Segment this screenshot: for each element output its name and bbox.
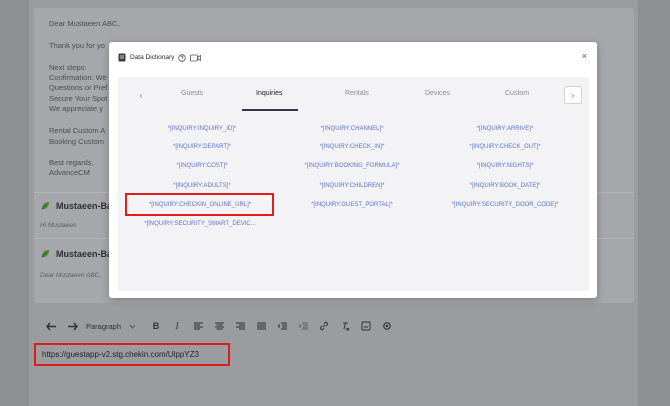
leaf-logo-icon	[41, 201, 50, 210]
reply-author-name: Mustaeen-Bas	[56, 200, 118, 211]
reply-preview: Dear Mustaeen ABC,	[40, 272, 102, 279]
tab-scroll-left-icon[interactable]: ‹	[134, 88, 148, 102]
token-cost[interactable]: *[INQUIRY:COST]*	[177, 163, 228, 169]
token-depart[interactable]: *[INQUIRY:DEPART]*	[173, 144, 231, 150]
reply-preview: Hi Mustaeen	[40, 222, 77, 229]
highlight-box	[125, 193, 274, 216]
email-line: Next steps:	[49, 63, 87, 72]
email-line: Thank you for yo	[49, 41, 105, 50]
token-channel[interactable]: *[INQUIRY:CHANNEL]*	[321, 126, 384, 132]
token-security-smart-device[interactable]: *[INQUIRY:SECURITY_SMART_DEVIC...	[144, 221, 255, 227]
token-booking-formula[interactable]: *[INQUIRY:BOOKING_FORMULA]*	[305, 163, 400, 169]
reply-author[interactable]: Mustaeen-Bas	[40, 200, 117, 211]
tab-devices[interactable]: Devices	[425, 90, 450, 97]
align-justify-icon[interactable]	[254, 319, 268, 333]
email-signoff: Best regards,	[49, 158, 94, 167]
clear-format-icon[interactable]	[338, 319, 352, 333]
token-inquiry-id[interactable]: *[INQUIRY:INQUIRY_ID]*	[168, 126, 236, 132]
token-adults[interactable]: *[INQUIRY:ADULTS]*	[173, 183, 230, 189]
video-icon[interactable]	[190, 54, 202, 62]
data-dictionary-modal: Data Dictionary × ‹ Guests Inquiries Ren…	[109, 42, 597, 298]
email-line: We appreciate y	[49, 104, 104, 113]
chevron-down-icon[interactable]	[125, 319, 139, 333]
email-greeting: Dear Mustaeen ABC,	[49, 19, 120, 28]
settings-gear-icon[interactable]	[380, 319, 394, 333]
paragraph-select[interactable]: Paragraph	[86, 319, 121, 333]
token-check-out[interactable]: *[INQUIRY:CHECK_OUT]*	[469, 144, 540, 150]
reply-arrow-icon[interactable]	[44, 319, 58, 333]
italic-button[interactable]: I	[170, 319, 184, 333]
tab-scroll-right-icon[interactable]: ›	[564, 86, 582, 104]
email-line: Secure Your Spot	[49, 94, 108, 103]
token-children[interactable]: *[INQUIRY:CHILDREN]*	[320, 183, 385, 189]
reply-author-name: Mustaeen-Bas	[56, 248, 118, 259]
align-right-icon[interactable]	[233, 319, 247, 333]
email-line: Questions or Pref	[49, 83, 108, 92]
align-center-icon[interactable]	[212, 319, 226, 333]
align-left-icon[interactable]	[191, 319, 205, 333]
book-icon	[118, 53, 126, 62]
outdent-icon[interactable]	[275, 319, 289, 333]
active-tab-indicator	[242, 109, 298, 111]
editor-toolbar: Paragraph B I	[44, 319, 401, 333]
modal-close-button[interactable]: ×	[582, 51, 587, 61]
token-guest-portal[interactable]: *[INQUIRY:GUEST_PORTAL]*	[311, 202, 393, 208]
data-dictionary-tabs: ‹ Guests Inquiries Rentals Devices Custo…	[118, 77, 589, 112]
link-icon[interactable]	[317, 319, 331, 333]
data-dictionary-icon[interactable]	[359, 319, 373, 333]
leaf-logo-icon	[41, 249, 50, 258]
token-security-door-code[interactable]: *[INQUIRY:SECURITY_DOOR_CODE]*	[452, 202, 559, 208]
token-book-date[interactable]: *[INQUIRY:BOOK_DATE]*	[470, 183, 540, 189]
tab-inquiries[interactable]: Inquiries	[256, 90, 282, 97]
modal-title: Data Dictionary	[130, 54, 175, 61]
email-signature: AdvanceCM	[49, 168, 90, 177]
reply-author[interactable]: Mustaeen-Bas	[40, 248, 117, 259]
modal-header: Data Dictionary	[118, 53, 202, 62]
tab-guests[interactable]: Guests	[181, 90, 203, 97]
forward-arrow-icon[interactable]	[65, 319, 79, 333]
token-nights[interactable]: *[INQUIRY:NIGHTS]*	[477, 163, 534, 169]
tab-rentals[interactable]: Rentals	[345, 90, 369, 97]
tab-custom[interactable]: Custom	[505, 90, 529, 97]
help-icon[interactable]	[178, 53, 187, 62]
email-line: Rental Custom A	[49, 126, 106, 135]
email-line: Confirmation: We	[49, 73, 107, 82]
indent-icon[interactable]	[296, 319, 310, 333]
bold-button[interactable]: B	[149, 319, 163, 333]
token-check-in[interactable]: *[INQUIRY:CHECK_IN]*	[320, 144, 385, 150]
email-line: Booking Custom	[49, 137, 105, 146]
token-arrive[interactable]: *[INQUIRY:ARRIVE]*	[477, 126, 534, 132]
editor-content-link[interactable]: https://guestapp-v2.stg.chekin.com/UlppY…	[34, 343, 230, 366]
